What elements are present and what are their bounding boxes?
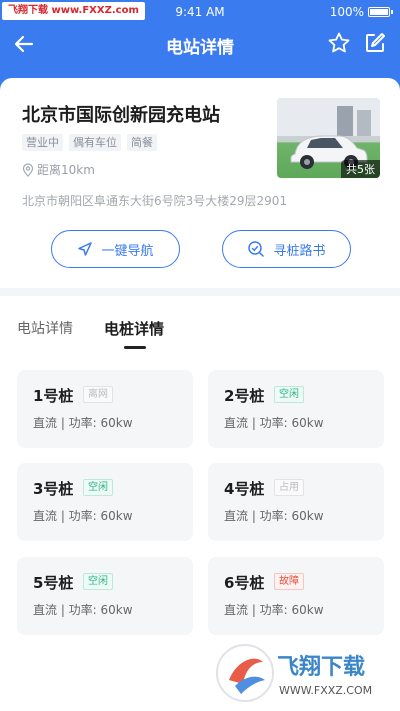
star-icon xyxy=(328,32,350,53)
station-photo[interactable]: 共5张 xyxy=(277,98,380,178)
tag-parking: 偶有车位 xyxy=(69,134,121,151)
pile-card[interactable]: 4号桩 占用 直流 | 功率: 60kw xyxy=(208,463,384,541)
pile-guide-button[interactable]: 寻桩路书 xyxy=(222,230,351,268)
station-name: 北京市国际创新园充电站 xyxy=(22,105,220,126)
location-pin-icon xyxy=(22,162,34,177)
watermark-logo: 飞翔下载 WWW.FXXZ.COM xyxy=(216,644,372,702)
tag-food: 简餐 xyxy=(127,134,157,151)
status-badge: 空闲 xyxy=(274,386,304,403)
favorite-button[interactable] xyxy=(327,31,351,55)
pile-card[interactable]: 5号桩 空闲 直流 | 功率: 60kw xyxy=(17,557,193,635)
status-badge: 空闲 xyxy=(83,479,113,496)
section-divider xyxy=(0,288,400,296)
tab-indicator xyxy=(124,346,146,349)
pile-desc: 直流 | 功率: 60kw xyxy=(33,416,133,430)
pile-desc: 直流 | 功率: 60kw xyxy=(224,509,324,523)
pile-card[interactable]: 6号桩 故障 直流 | 功率: 60kw xyxy=(208,557,384,635)
battery-percent: 100% xyxy=(329,5,364,19)
pile-name: 1号桩 xyxy=(33,387,74,405)
pile-name: 6号桩 xyxy=(224,574,265,592)
navigate-label: 一键导航 xyxy=(101,243,154,259)
pile-desc: 直流 | 功率: 60kw xyxy=(33,603,133,617)
watermark-url: WWW.FXXZ.COM xyxy=(279,684,372,697)
search-guide-icon xyxy=(248,241,265,257)
pile-card[interactable]: 3号桩 空闲 直流 | 功率: 60kw xyxy=(17,463,193,541)
status-badge: 空闲 xyxy=(83,573,113,590)
pile-guide-label: 寻桩路书 xyxy=(273,243,326,259)
edit-button[interactable] xyxy=(363,31,387,55)
pile-name: 5号桩 xyxy=(33,574,74,592)
watermark-brand: 飞翔下载 xyxy=(277,654,365,680)
status-badge: 占用 xyxy=(274,479,304,496)
pile-desc: 直流 | 功率: 60kw xyxy=(224,603,324,617)
pile-card[interactable]: 2号桩 空闲 直流 | 功率: 60kw xyxy=(208,370,384,448)
distance-text: 距离10km xyxy=(37,163,95,177)
station-distance: 距离10km xyxy=(22,161,95,178)
status-badge: 离网 xyxy=(83,386,113,403)
station-address: 北京市朝阳区阜通东大街6号院3号大楼29层2901 xyxy=(22,194,288,208)
tab-pile-detail[interactable]: 电桩详情 xyxy=(104,318,164,339)
tag-open: 营业中 xyxy=(22,134,63,151)
pile-card[interactable]: 1号桩 离网 直流 | 功率: 60kw xyxy=(17,370,193,448)
pile-desc: 直流 | 功率: 60kw xyxy=(33,509,133,523)
battery-icon xyxy=(368,7,393,17)
pile-desc: 直流 | 功率: 60kw xyxy=(224,416,324,430)
photo-count: 共5张 xyxy=(341,160,380,178)
pile-name: 4号桩 xyxy=(224,480,265,498)
status-badge: 故障 xyxy=(274,573,304,590)
tab-station-detail[interactable]: 电站详情 xyxy=(17,318,73,338)
pile-name: 3号桩 xyxy=(33,480,74,498)
station-tags: 营业中 偶有车位 简餐 xyxy=(22,134,157,151)
navigation-arrow-icon xyxy=(78,242,93,256)
edit-icon xyxy=(366,33,385,52)
pile-name: 2号桩 xyxy=(224,387,265,405)
navigate-button[interactable]: 一键导航 xyxy=(51,230,180,268)
